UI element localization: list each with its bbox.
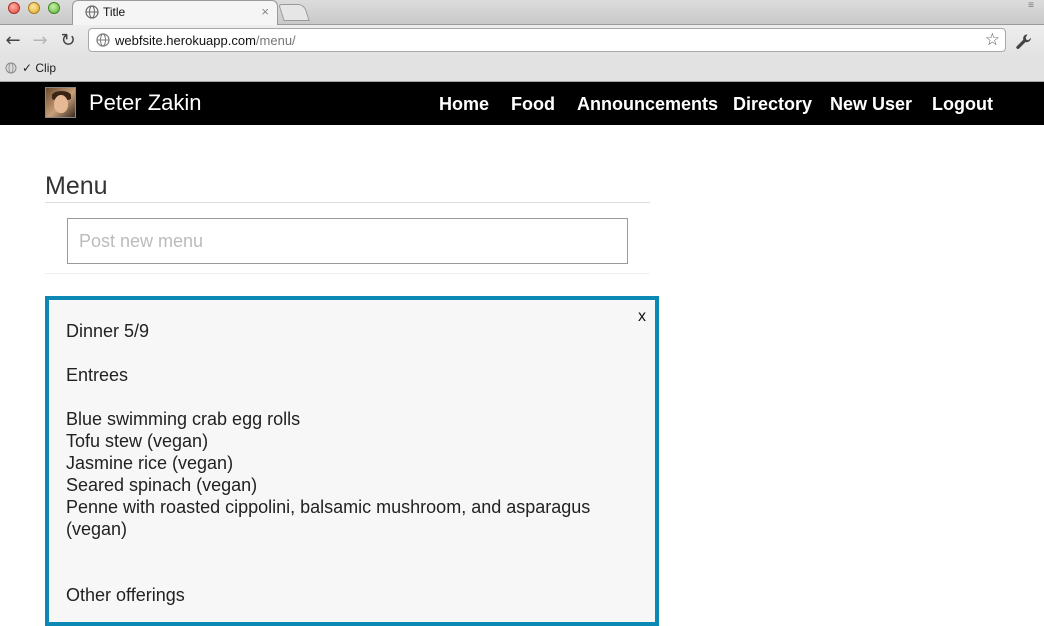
menu-line: Entrees [66, 365, 129, 385]
menu-line: Seared spinach (vegan) [66, 475, 258, 495]
url-host: webfsite.herokuapp.com [115, 33, 256, 48]
menu-line: Dinner 5/9 [66, 321, 150, 341]
window-zoom-icon[interactable] [48, 2, 60, 14]
nav-announcements[interactable]: Announcements [577, 94, 718, 115]
divider [45, 273, 650, 274]
menu-post-body: Dinner 5/9 Entrees Blue swimming crab eg… [66, 320, 611, 606]
nav-food[interactable]: Food [511, 94, 555, 115]
tab-close-icon[interactable]: × [261, 4, 269, 19]
forward-arrow-icon[interactable]: → [30, 31, 50, 51]
nav-home[interactable]: Home [439, 94, 489, 115]
browser-tab-strip: Title × ≡ [0, 0, 1044, 25]
new-tab-button[interactable] [278, 4, 310, 21]
url-text[interactable]: webfsite.herokuapp.com/menu/ [115, 33, 296, 48]
bookmark-clip[interactable]: ✓ Clip [22, 61, 56, 75]
nav-directory[interactable]: Directory [733, 94, 812, 115]
menu-post-card: x Dinner 5/9 Entrees Blue swimming crab … [45, 296, 659, 626]
page-title: Menu [45, 172, 108, 200]
window-close-icon[interactable] [8, 2, 20, 14]
tab-title: Title [103, 5, 126, 19]
menu-line [66, 540, 611, 562]
menu-line [66, 386, 611, 408]
menu-line: Blue swimming crab egg rolls [66, 409, 301, 429]
post-menu-input[interactable] [67, 218, 628, 264]
nav-logout[interactable]: Logout [932, 94, 993, 115]
address-bar[interactable]: webfsite.herokuapp.com/menu/ ☆ [88, 28, 1006, 52]
menu-line: Other offerings [66, 585, 185, 605]
nav-links: Home Food Announcements Directory New Us… [0, 94, 1044, 116]
globe-icon [85, 5, 99, 19]
bookmarks-bar: ✓ Clip [0, 57, 1044, 82]
browser-tab[interactable]: Title × [72, 0, 278, 25]
delete-post-button[interactable]: x [638, 308, 646, 326]
menu-line [66, 562, 611, 584]
back-arrow-icon[interactable]: ← [3, 31, 23, 51]
url-path: /menu/ [255, 33, 296, 48]
globe-icon [5, 62, 17, 74]
menu-line: Jasmine rice (vegan) [66, 453, 234, 473]
window-minimize-icon[interactable] [28, 2, 40, 14]
reload-icon[interactable]: ↻ [58, 31, 78, 51]
bookmark-star-icon[interactable]: ☆ [985, 30, 1000, 50]
site-navbar: Peter Zakin Home Food Announcements Dire… [0, 82, 1044, 125]
menu-line: Penne with roasted cippolini, balsamic m… [66, 497, 591, 539]
menu-line [66, 342, 611, 364]
divider [45, 202, 650, 203]
globe-icon [96, 33, 110, 47]
wrench-icon[interactable] [1014, 32, 1034, 52]
browser-toolbar: ← → ↻ webfsite.herokuapp.com/menu/ ☆ [0, 25, 1044, 57]
window-menu-icon[interactable]: ≡ [1028, 0, 1034, 11]
nav-new-user[interactable]: New User [830, 94, 912, 115]
menu-line: Tofu stew (vegan) [66, 431, 209, 451]
